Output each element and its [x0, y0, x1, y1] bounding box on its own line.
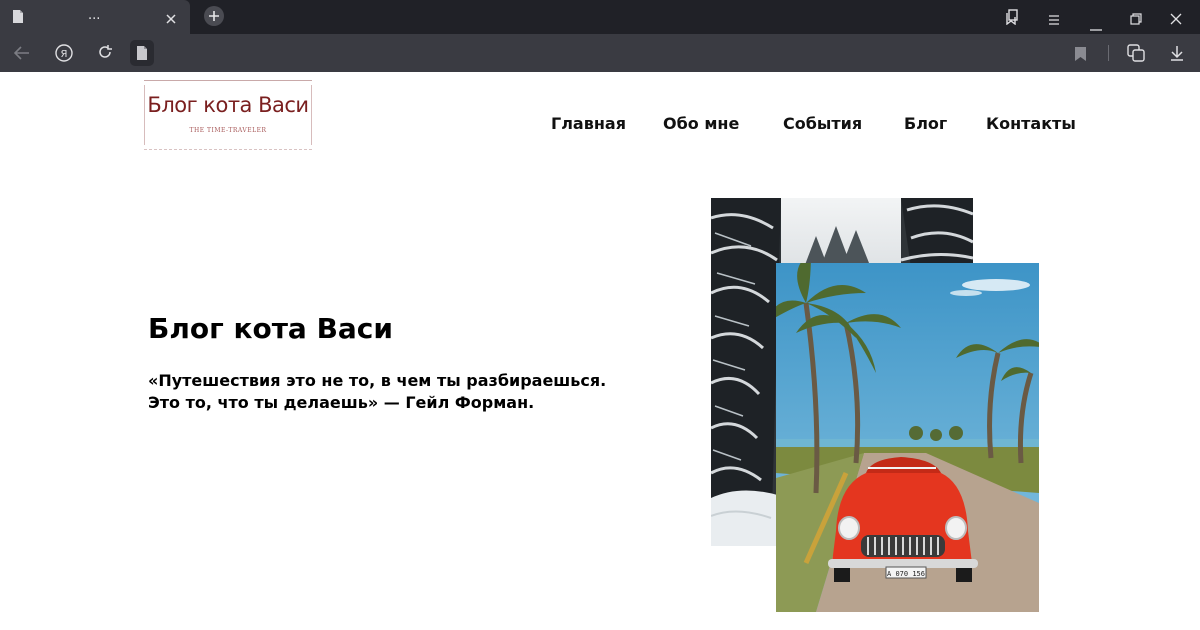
- browser-toolbar: [0, 34, 1200, 72]
- restore-icon[interactable]: [1130, 10, 1142, 29]
- red-car-palms-photo: A 070 156: [776, 263, 1039, 612]
- collections-icon[interactable]: [1005, 9, 1019, 29]
- yandex-icon[interactable]: Я: [55, 44, 73, 66]
- plus-icon: [209, 11, 219, 21]
- new-tab-button[interactable]: [204, 6, 224, 26]
- screenshot-icon[interactable]: [1127, 44, 1145, 66]
- nav-link-about[interactable]: Обо мне: [663, 114, 739, 133]
- browser-tab[interactable]: ...: [0, 0, 190, 34]
- bookmark-icon[interactable]: [1075, 46, 1086, 65]
- menu-icon[interactable]: [1048, 11, 1060, 30]
- page-icon: [137, 46, 147, 60]
- nav-link-events[interactable]: События: [783, 114, 862, 133]
- hero-quote-line-1: «Путешествия это не то, в чем ты разбира…: [148, 371, 607, 390]
- hero-quote: «Путешествия это не то, в чем ты разбира…: [148, 370, 618, 414]
- close-icon[interactable]: [1170, 10, 1182, 29]
- nav-link-blog[interactable]: Блог: [904, 114, 947, 133]
- svg-text:Я: Я: [61, 49, 68, 60]
- page-icon: [12, 9, 24, 28]
- hero-title: Блог кота Васи: [148, 312, 394, 345]
- back-icon[interactable]: [13, 45, 30, 64]
- toolbar-divider: [1108, 45, 1109, 61]
- hero-quote-line-2: Это то, что ты делаешь» — Гейл Форман.: [148, 393, 535, 412]
- tab-title: ...: [88, 8, 101, 23]
- nav-link-contacts[interactable]: Контакты: [986, 114, 1076, 133]
- browser-tab-strip: ...: [0, 0, 1200, 34]
- page-info-button[interactable]: [130, 40, 154, 66]
- main-nav: Главная Обо мне События Блог Контакты: [0, 114, 1200, 138]
- download-icon[interactable]: [1170, 45, 1184, 65]
- nav-link-home[interactable]: Главная: [551, 114, 626, 133]
- close-icon[interactable]: [165, 10, 177, 29]
- license-plate: A 070 156: [887, 570, 925, 578]
- reload-icon[interactable]: [97, 44, 113, 64]
- minimize-icon[interactable]: [1090, 16, 1102, 35]
